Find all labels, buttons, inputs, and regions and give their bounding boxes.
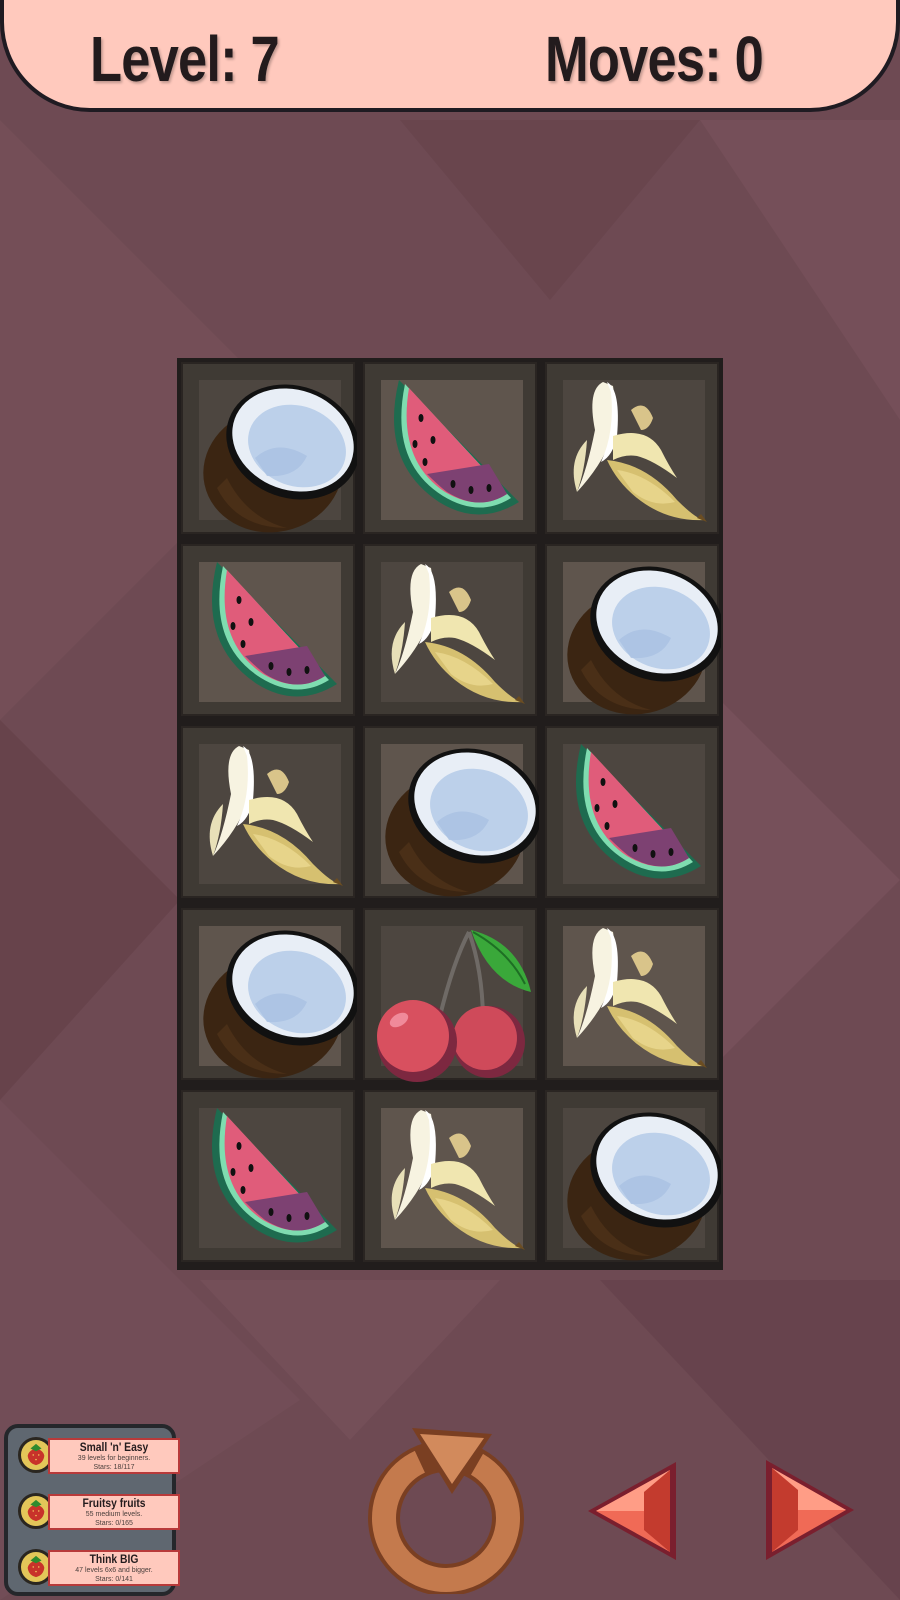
- tile-coconut[interactable]: [545, 1090, 721, 1264]
- restart-button[interactable]: [368, 1422, 532, 1594]
- pack-description: 47 levels 6x6 and bigger.: [75, 1567, 153, 1574]
- tile-coconut[interactable]: [363, 726, 539, 900]
- tile-coconut[interactable]: [545, 544, 721, 718]
- watermelon-icon: [212, 562, 337, 697]
- level-label: Level: 7: [90, 23, 280, 95]
- pack-fruitsy-fruits[interactable]: Fruitsy fruits 55 medium levels. Stars: …: [18, 1492, 180, 1532]
- banana-icon: [209, 746, 343, 886]
- pack-title: Think BIG: [89, 1552, 139, 1566]
- next-level-button[interactable]: [760, 1456, 860, 1564]
- pack-stars: Stars: 0/141: [95, 1576, 133, 1583]
- restart-icon: [368, 1428, 524, 1594]
- tile-banana[interactable]: [545, 908, 719, 1080]
- previous-level-button[interactable]: [582, 1458, 682, 1564]
- tile-watermelon[interactable]: [181, 1090, 355, 1262]
- coconut-icon: [555, 1094, 721, 1264]
- pack-small-n-easy[interactable]: Small 'n' Easy 39 levels for beginners. …: [18, 1436, 180, 1476]
- tile-cherry[interactable]: [363, 908, 537, 1082]
- pack-think-big[interactable]: Think BIG 47 levels 6x6 and bigger. Star…: [18, 1548, 180, 1588]
- watermelon-icon: [212, 1108, 337, 1243]
- pack-description: 39 levels for beginners.: [77, 1455, 151, 1462]
- watermelon-icon: [576, 744, 701, 879]
- arrow-left-icon: [588, 1462, 676, 1560]
- tile-coconut[interactable]: [181, 362, 357, 536]
- banana-icon: [391, 1110, 525, 1250]
- moves-counter: Moves: 0: [545, 23, 764, 95]
- watermelon-icon: [394, 380, 519, 515]
- arrow-right-icon: [766, 1460, 854, 1560]
- level-packs-panel: Small 'n' Easy 39 levels for beginners. …: [4, 1424, 180, 1596]
- tile-coconut[interactable]: [181, 908, 357, 1082]
- banana-icon: [391, 564, 525, 704]
- cherry-icon: [375, 928, 533, 1082]
- tile-banana[interactable]: [363, 544, 537, 716]
- tile-watermelon[interactable]: [545, 726, 719, 898]
- banana-icon: [573, 928, 707, 1068]
- tile-banana[interactable]: [181, 726, 355, 898]
- tile-banana[interactable]: [545, 362, 719, 534]
- pack-stars: Stars: 18/117: [93, 1464, 135, 1471]
- tile-watermelon[interactable]: [363, 362, 537, 534]
- coconut-icon: [555, 548, 721, 718]
- pack-title: Fruitsy fruits: [82, 1496, 146, 1510]
- pack-description: 55 medium levels.: [85, 1511, 143, 1518]
- banana-icon: [573, 382, 707, 522]
- pack-title: Small 'n' Easy: [79, 1440, 149, 1454]
- coconut-icon: [373, 730, 539, 900]
- game-board: [177, 358, 723, 1270]
- tile-banana[interactable]: [363, 1090, 537, 1262]
- coconut-icon: [191, 366, 357, 536]
- tile-watermelon[interactable]: [181, 544, 355, 716]
- coconut-icon: [191, 912, 357, 1082]
- pack-stars: Stars: 0/165: [95, 1520, 133, 1527]
